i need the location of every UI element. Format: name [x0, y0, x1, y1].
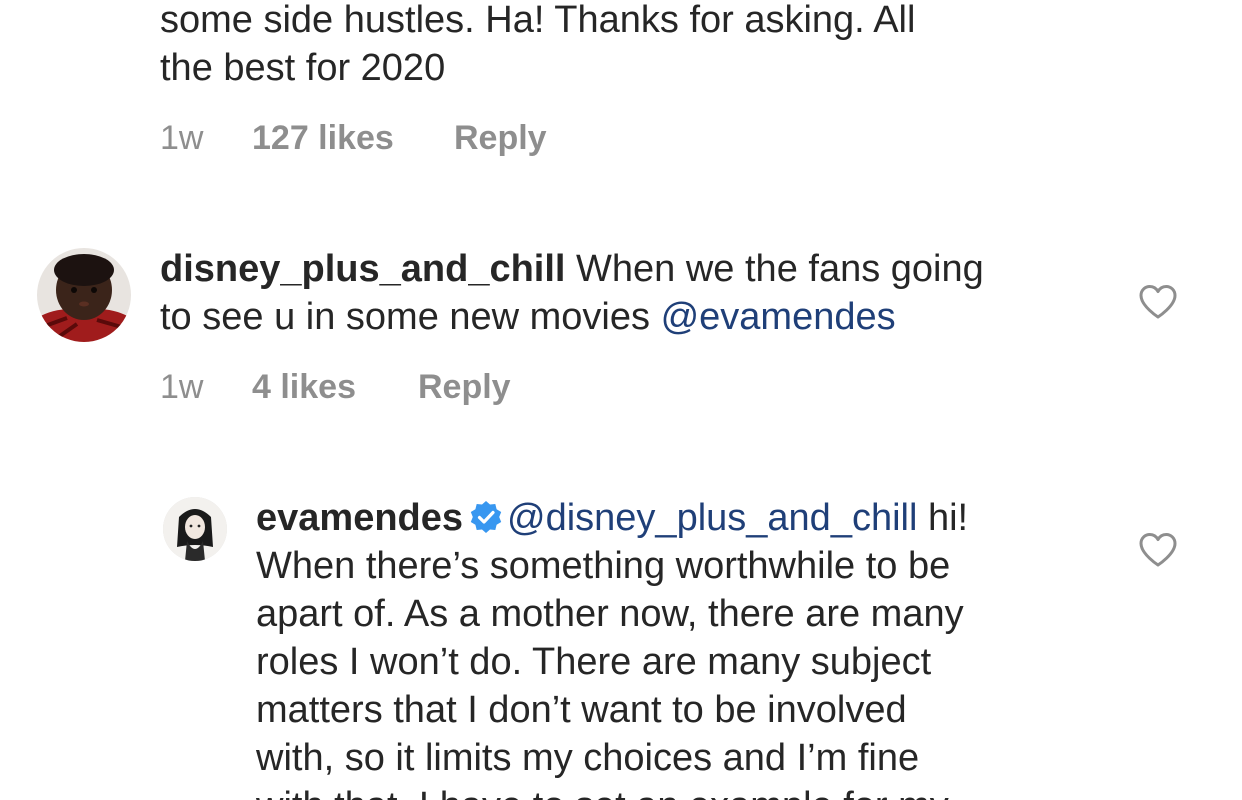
- fan-comment-text-part2: to see u in some new movies: [160, 296, 661, 338]
- baby-avatar-icon: [37, 248, 131, 342]
- fan-mention-link[interactable]: @evamendes: [661, 296, 896, 338]
- fan-comment-time: 1w: [160, 368, 204, 406]
- eva-avatar-icon: [163, 497, 227, 561]
- reply-line-4: roles I won’t do. There are many subject: [256, 641, 932, 683]
- eva-avatar[interactable]: [163, 497, 227, 561]
- fan-comment-line-1: disney_plus_and_chill When we the fans g…: [160, 245, 984, 293]
- comment-top-time: 1w: [160, 119, 204, 157]
- reply-line-3: apart of. As a mother now, there are man…: [256, 593, 964, 635]
- reply-line-7: with that. I have to set an example for …: [256, 782, 968, 800]
- reply-line-1: evamendes @disney_plus_and_chill hi!: [256, 494, 968, 542]
- reply-comment-text: evamendes @disney_plus_and_chill hi! Whe…: [256, 494, 968, 800]
- fan-avatar[interactable]: [37, 248, 131, 342]
- comment-top-line-1: some side hustles. Ha! Thanks for asking…: [160, 0, 916, 41]
- fan-username-link[interactable]: disney_plus_and_chill: [160, 248, 565, 290]
- reply-like-button[interactable]: [1138, 532, 1178, 568]
- heart-outline-icon: [1139, 285, 1177, 319]
- fan-like-button[interactable]: [1138, 284, 1178, 320]
- reply-line-1-tail: hi!: [917, 497, 969, 539]
- fan-comment-reply-button[interactable]: Reply: [418, 367, 511, 407]
- fan-comment-likes[interactable]: 4 likes: [252, 367, 356, 407]
- comment-top-likes[interactable]: 127 likes: [252, 118, 394, 158]
- reply-line-6: with, so it limits my choices and I’m fi…: [256, 737, 920, 779]
- heart-outline-icon: [1139, 533, 1177, 567]
- fan-comment-line-2: to see u in some new movies @evamendes: [160, 293, 984, 341]
- comment-top-reply-button[interactable]: Reply: [454, 118, 547, 158]
- reply-line-5: matters that I don’t want to be involved: [256, 689, 907, 731]
- reply-username-link[interactable]: evamendes: [256, 497, 463, 539]
- verified-badge-icon: [470, 501, 502, 533]
- fan-comment-text-part1: When we the fans going: [565, 248, 984, 290]
- fan-comment-text: disney_plus_and_chill When we the fans g…: [160, 245, 984, 341]
- comment-top-text: some side hustles. Ha! Thanks for asking…: [160, 0, 915, 92]
- reply-line-2: When there’s something worthwhile to be: [256, 545, 951, 587]
- reply-mention-link[interactable]: @disney_plus_and_chill: [507, 497, 917, 539]
- comment-top-line-2: the best for 2020: [160, 47, 446, 89]
